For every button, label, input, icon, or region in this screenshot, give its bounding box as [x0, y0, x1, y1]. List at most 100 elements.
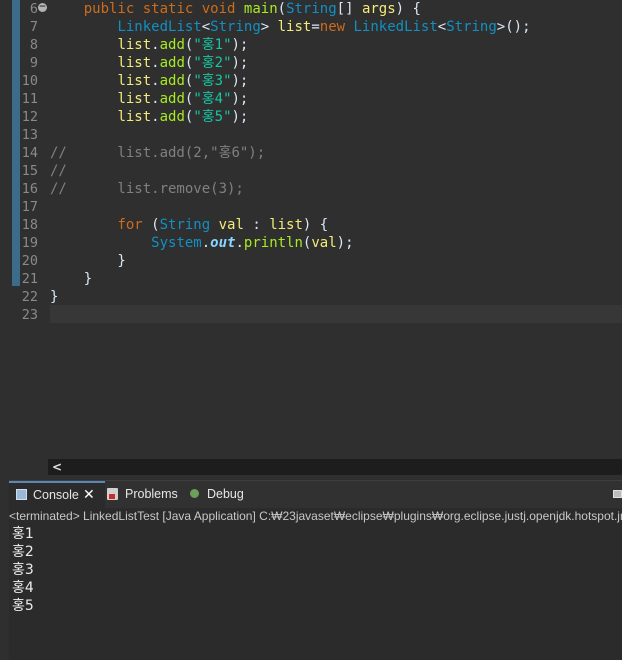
line-number: 6	[29, 1, 38, 17]
method-name: add	[159, 37, 185, 53]
code-line-11: list.add("홍4");	[50, 90, 248, 108]
close-icon[interactable]: ✕	[83, 483, 95, 508]
line-number: 16	[21, 181, 38, 197]
variable: list	[117, 37, 152, 53]
tab-console[interactable]: Console ✕	[9, 481, 105, 508]
line-number: 18	[21, 217, 38, 233]
punctuation: .	[151, 55, 160, 71]
keyword: new	[319, 19, 346, 35]
method-name: add	[159, 73, 185, 89]
output-line: 홍1	[12, 526, 34, 542]
variable: list	[117, 73, 152, 89]
method-name: add	[159, 91, 185, 107]
horizontal-scrollbar[interactable]: <	[48, 459, 622, 475]
output-line: 홍3	[12, 562, 34, 578]
line-number: 13	[21, 127, 38, 143]
punctuation: ) {	[395, 1, 421, 17]
output-line: 홍5	[12, 598, 34, 614]
punctuation: .	[151, 91, 160, 107]
type-name: String	[159, 217, 211, 233]
method-name: println	[243, 235, 303, 251]
scroll-left-icon[interactable]: <	[52, 459, 62, 475]
line-number: 8	[29, 37, 38, 53]
keyword: void	[201, 1, 236, 17]
output-line: 홍4	[12, 580, 34, 596]
keyword: public	[83, 1, 135, 17]
variable: val	[218, 217, 244, 233]
code-editor[interactable]: 6 7 8 9 10 11 12 13 14 15 16 17 18 19 20…	[0, 0, 622, 478]
line-number: 20	[21, 253, 38, 269]
punctuation: );	[231, 109, 249, 125]
variable: list	[117, 55, 152, 71]
parameter: args	[361, 1, 396, 17]
output-line: 홍2	[12, 544, 34, 560]
code-line-9: list.add("홍2");	[50, 54, 248, 72]
method-name: add	[159, 55, 185, 71]
keyword: static	[142, 1, 194, 17]
line-number: 17	[21, 199, 38, 215]
string-literal: "홍4"	[193, 91, 232, 107]
punctuation: []	[336, 1, 362, 17]
variable: val	[311, 235, 337, 251]
view-tab-bar: Console ✕ Problems Debug	[9, 481, 622, 508]
line-number: 19	[21, 235, 38, 251]
code-line-8: list.add("홍1");	[50, 36, 248, 54]
type-name: LinkedList	[117, 19, 202, 35]
punctuation: >	[260, 19, 278, 35]
punctuation: );	[231, 37, 249, 53]
code-line-10: list.add("홍3");	[50, 72, 248, 90]
punctuation: );	[231, 73, 249, 89]
punctuation: <	[437, 19, 447, 35]
type-name: String	[446, 19, 497, 35]
code-line-18: for (String val : list) {	[50, 216, 328, 234]
console-icon	[16, 489, 27, 500]
code-line-21: }	[50, 271, 93, 287]
fold-collapse-icon[interactable]: −	[38, 3, 47, 12]
variable: list	[117, 91, 152, 107]
type-name: String	[210, 19, 261, 35]
console-view: Console ✕ Problems Debug <terminated> Li…	[9, 480, 622, 660]
punctuation: );	[336, 235, 354, 251]
console-output[interactable]: 홍1 홍2 홍3 홍4 홍5	[12, 525, 617, 615]
punctuation: .	[151, 73, 160, 89]
type-name: System	[151, 235, 202, 251]
code-line-22: }	[50, 289, 59, 305]
method-name: main	[243, 1, 278, 17]
type-name: LinkedList	[345, 19, 438, 35]
punctuation: ) {	[302, 217, 329, 233]
tab-problems[interactable]: Problems	[107, 481, 187, 508]
type-name: String	[286, 1, 337, 17]
tab-debug-label: Debug	[207, 487, 244, 501]
code-line-6: public static void main(String[] args) {	[50, 0, 421, 18]
code-line-20: }	[50, 253, 126, 269]
operator: =	[311, 19, 320, 35]
tab-problems-label: Problems	[125, 487, 178, 501]
static-field: out	[210, 235, 236, 251]
tab-debug[interactable]: Debug	[190, 481, 260, 508]
tab-console-label: Console	[33, 488, 79, 502]
line-number-gutter: 6 7 8 9 10 11 12 13 14 15 16 17 18 19 20…	[20, 0, 42, 323]
problems-icon	[107, 488, 118, 500]
minimize-icon[interactable]	[613, 490, 622, 498]
string-literal: "홍2"	[193, 55, 232, 71]
code-line-19: System.out.println(val);	[50, 234, 354, 252]
code-line-16-comment: // list.remove(3);	[50, 181, 244, 197]
punctuation: :	[243, 217, 270, 233]
line-number: 10	[21, 73, 38, 89]
string-literal: "홍5"	[193, 109, 232, 125]
line-number: 22	[21, 289, 38, 305]
code-line-7: LinkedList<String> list=new LinkedList<S…	[50, 18, 530, 36]
keyword: for	[117, 217, 143, 233]
variable: list	[117, 109, 152, 125]
punctuation: .	[151, 37, 160, 53]
current-line-highlight	[50, 305, 622, 323]
